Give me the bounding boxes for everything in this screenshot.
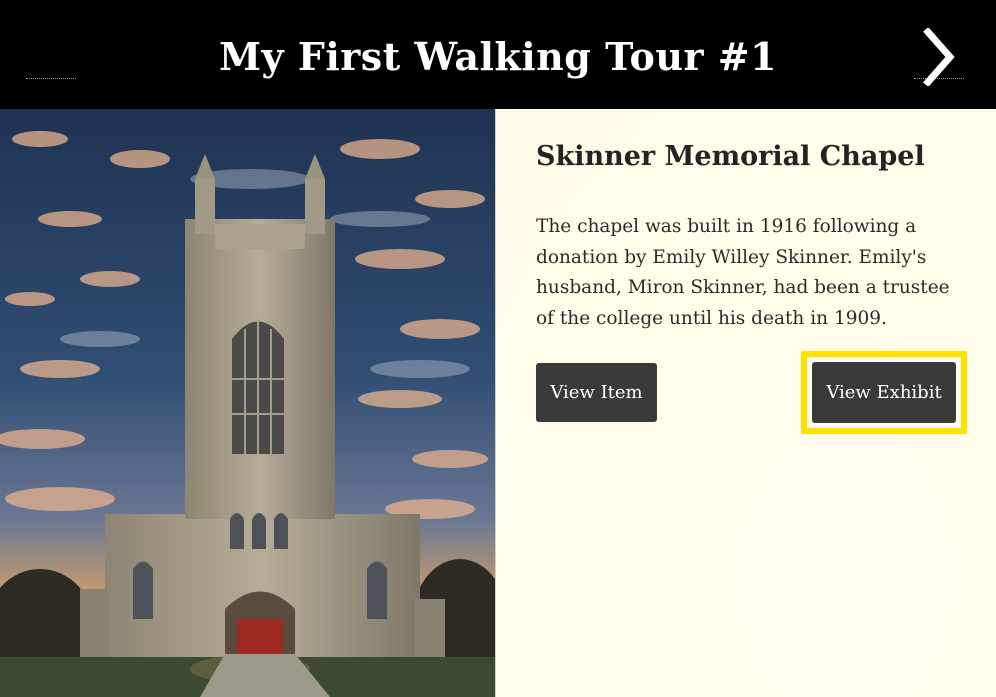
- stop-title: Skinner Memorial Chapel: [536, 141, 925, 172]
- chevron-right-icon: [923, 28, 955, 86]
- view-exhibit-button[interactable]: View Exhibit: [812, 362, 956, 423]
- tour-title: My First Walking Tour #1: [218, 34, 778, 79]
- chapel-photo: [0, 109, 495, 697]
- stop-description: The chapel was built in 1916 following a…: [536, 216, 950, 329]
- next-stop-link[interactable]: [914, 26, 964, 86]
- chapel-image: [0, 109, 495, 697]
- tour-header: My First Walking Tour #1: [0, 0, 996, 109]
- stop-info-panel: Skinner Memorial Chapel The chapel was b…: [495, 109, 996, 697]
- view-item-button[interactable]: View Item: [536, 363, 657, 422]
